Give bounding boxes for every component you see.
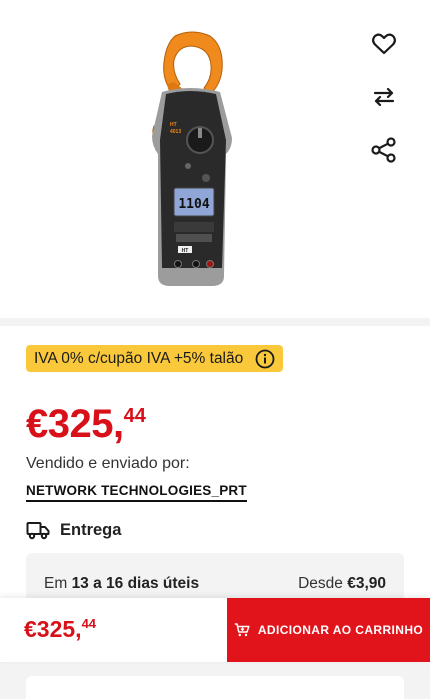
section-divider bbox=[0, 318, 430, 326]
delivery-days: 13 a 16 dias úteis bbox=[71, 575, 200, 592]
delivery-window: Em 13 a 16 dias úteis bbox=[44, 575, 199, 593]
delivery-cost-value: €3,90 bbox=[347, 575, 386, 592]
iva-promo-text: IVA 0% c/cupão IVA +5% talão bbox=[34, 349, 244, 367]
delivery-heading: Entrega bbox=[26, 520, 121, 540]
sticky-purchase-bar: €325,44 ADICIONAR AO CARRINHO bbox=[0, 598, 430, 662]
product-actions bbox=[370, 30, 398, 189]
delivery-prefix: Em bbox=[44, 575, 68, 592]
product-image-area: HT 4013 1104 HT bbox=[0, 0, 430, 318]
share-icon[interactable] bbox=[370, 136, 398, 164]
delivery-label: Entrega bbox=[60, 520, 122, 539]
add-to-cart-label: ADICIONAR AO CARRINHO bbox=[257, 623, 424, 637]
cart-icon bbox=[234, 623, 250, 637]
truck-icon bbox=[26, 522, 50, 540]
svg-text:HT: HT bbox=[182, 248, 189, 254]
info-icon[interactable] bbox=[255, 349, 275, 369]
price-cents: 44 bbox=[123, 405, 146, 427]
sold-by-label: Vendido e enviado por: bbox=[26, 455, 190, 472]
product-price: €325,44 bbox=[26, 404, 146, 444]
price-integer: €325, bbox=[26, 402, 124, 446]
product-image[interactable]: HT 4013 1104 HT bbox=[140, 28, 240, 290]
lower-card bbox=[26, 676, 404, 699]
compare-arrows-icon[interactable] bbox=[370, 83, 398, 111]
svg-text:4013: 4013 bbox=[170, 129, 181, 135]
delivery-cost-prefix: Desde bbox=[298, 575, 343, 592]
svg-text:HT: HT bbox=[170, 122, 177, 128]
iva-promo-badge[interactable]: IVA 0% c/cupão IVA +5% talão bbox=[26, 345, 284, 372]
heart-icon[interactable] bbox=[370, 30, 398, 58]
seller-link[interactable]: NETWORK TECHNOLOGIES_PRT bbox=[26, 483, 247, 502]
sticky-price: €325,44 bbox=[24, 616, 97, 642]
display-reading: 1104 bbox=[178, 197, 209, 212]
delivery-cost: Desde €3,90 bbox=[298, 575, 386, 593]
sticky-price-cents: 44 bbox=[81, 616, 97, 631]
add-to-cart-button[interactable]: ADICIONAR AO CARRINHO bbox=[227, 598, 430, 662]
sticky-price-integer: €325, bbox=[24, 616, 82, 642]
